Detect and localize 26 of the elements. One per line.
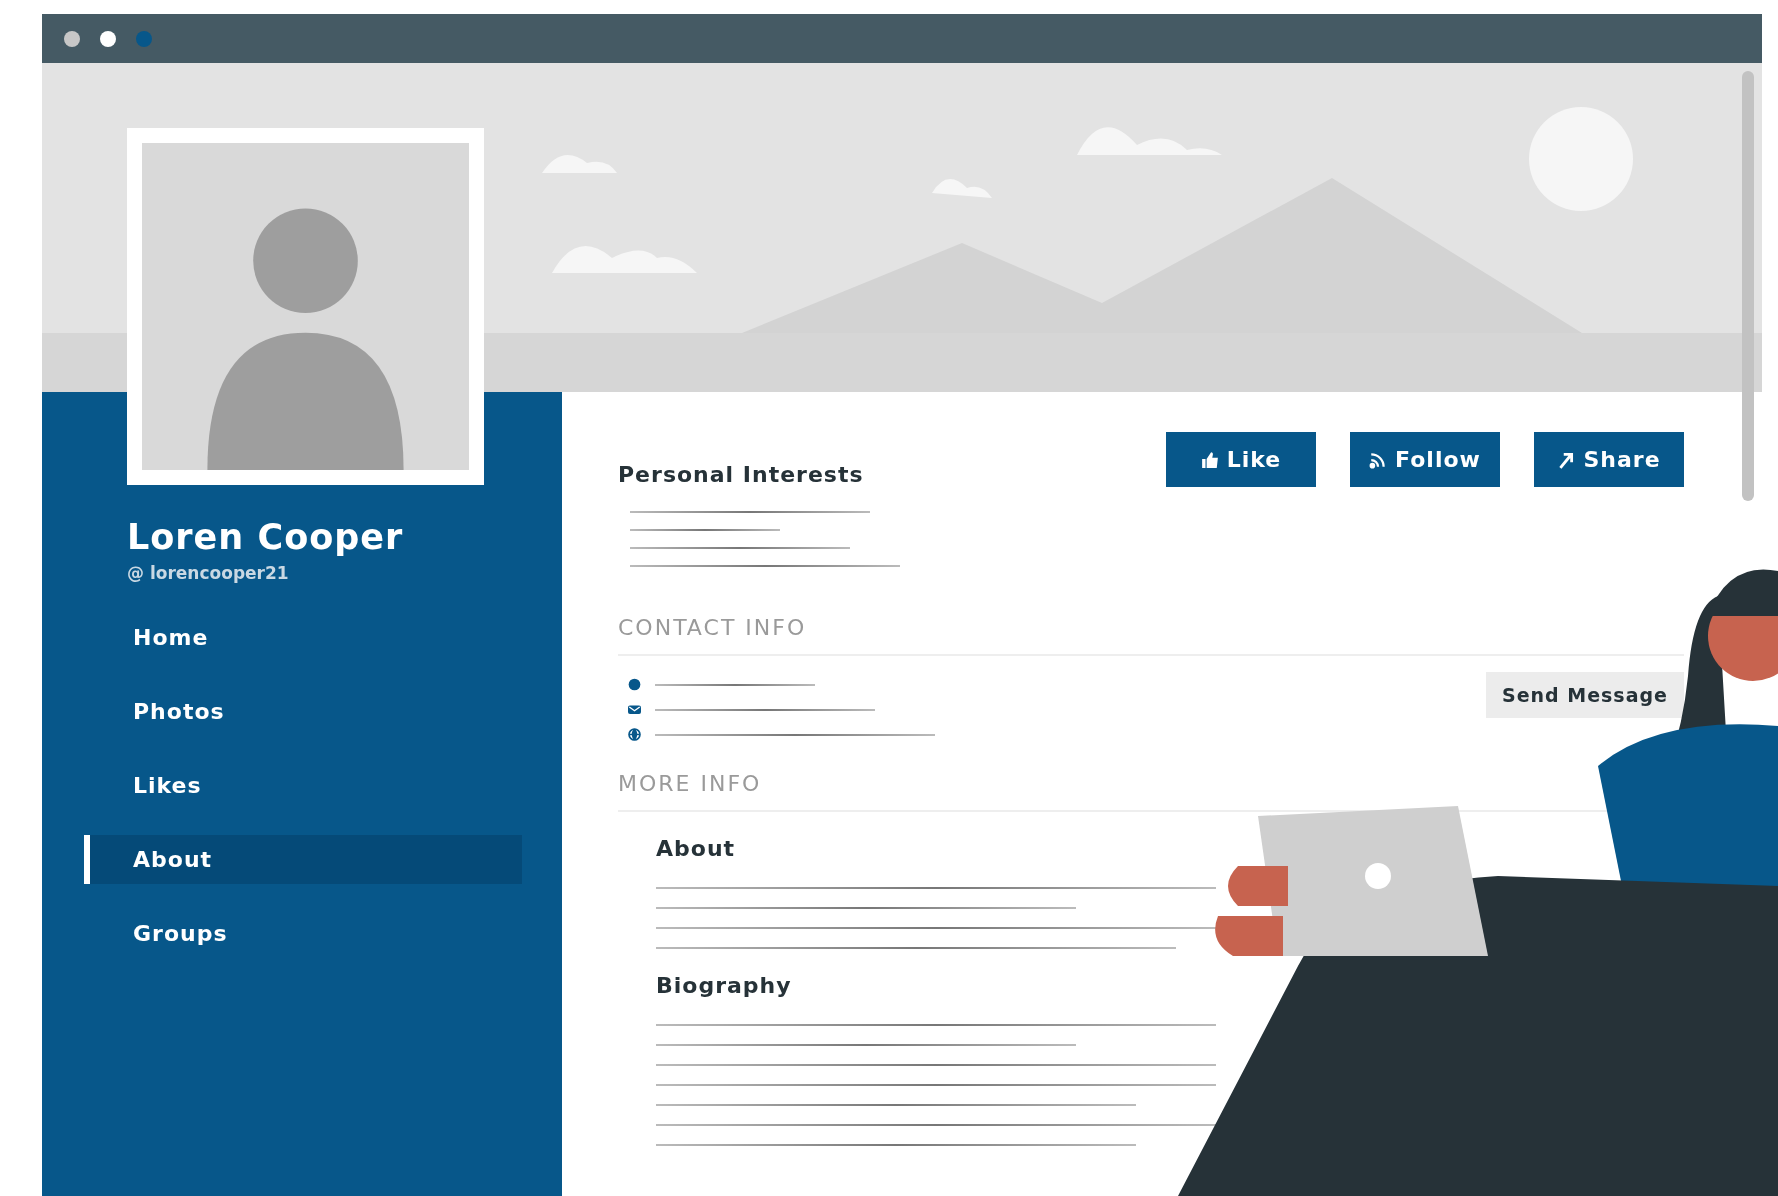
dot-icon — [628, 678, 641, 691]
globe-icon — [628, 728, 641, 741]
arrow-icon — [1557, 450, 1576, 469]
envelope-icon — [628, 703, 641, 716]
rss-icon — [1369, 450, 1388, 469]
subsection-title: About — [656, 836, 737, 861]
section-heading: CONTACT INFO — [618, 615, 808, 640]
section-title: Personal Interests — [618, 462, 865, 487]
window-dot[interactable] — [100, 30, 116, 47]
nav-item[interactable]: Photos — [84, 687, 522, 736]
thumbs-up-icon — [1200, 450, 1219, 469]
subsection-title: Biography — [656, 973, 793, 998]
action-button[interactable]: Follow — [1350, 432, 1500, 487]
nav-item[interactable]: About — [84, 835, 522, 884]
send-message-button[interactable]: Send Message — [1485, 672, 1684, 718]
action-button[interactable]: Share — [1534, 432, 1684, 487]
action-button[interactable]: Like — [1166, 432, 1316, 487]
nav-item[interactable]: Likes — [84, 761, 522, 810]
nav-item[interactable]: Groups — [84, 909, 522, 958]
profile-handle: @ lorencooper21 — [127, 563, 290, 583]
nav-item[interactable]: Home — [84, 613, 522, 662]
window-dot[interactable] — [64, 30, 80, 47]
section-heading: MORE INFO — [618, 771, 763, 796]
window-dot[interactable] — [136, 30, 152, 47]
profile-name: Loren Cooper — [127, 517, 405, 557]
scrollbar[interactable] — [1742, 71, 1754, 501]
